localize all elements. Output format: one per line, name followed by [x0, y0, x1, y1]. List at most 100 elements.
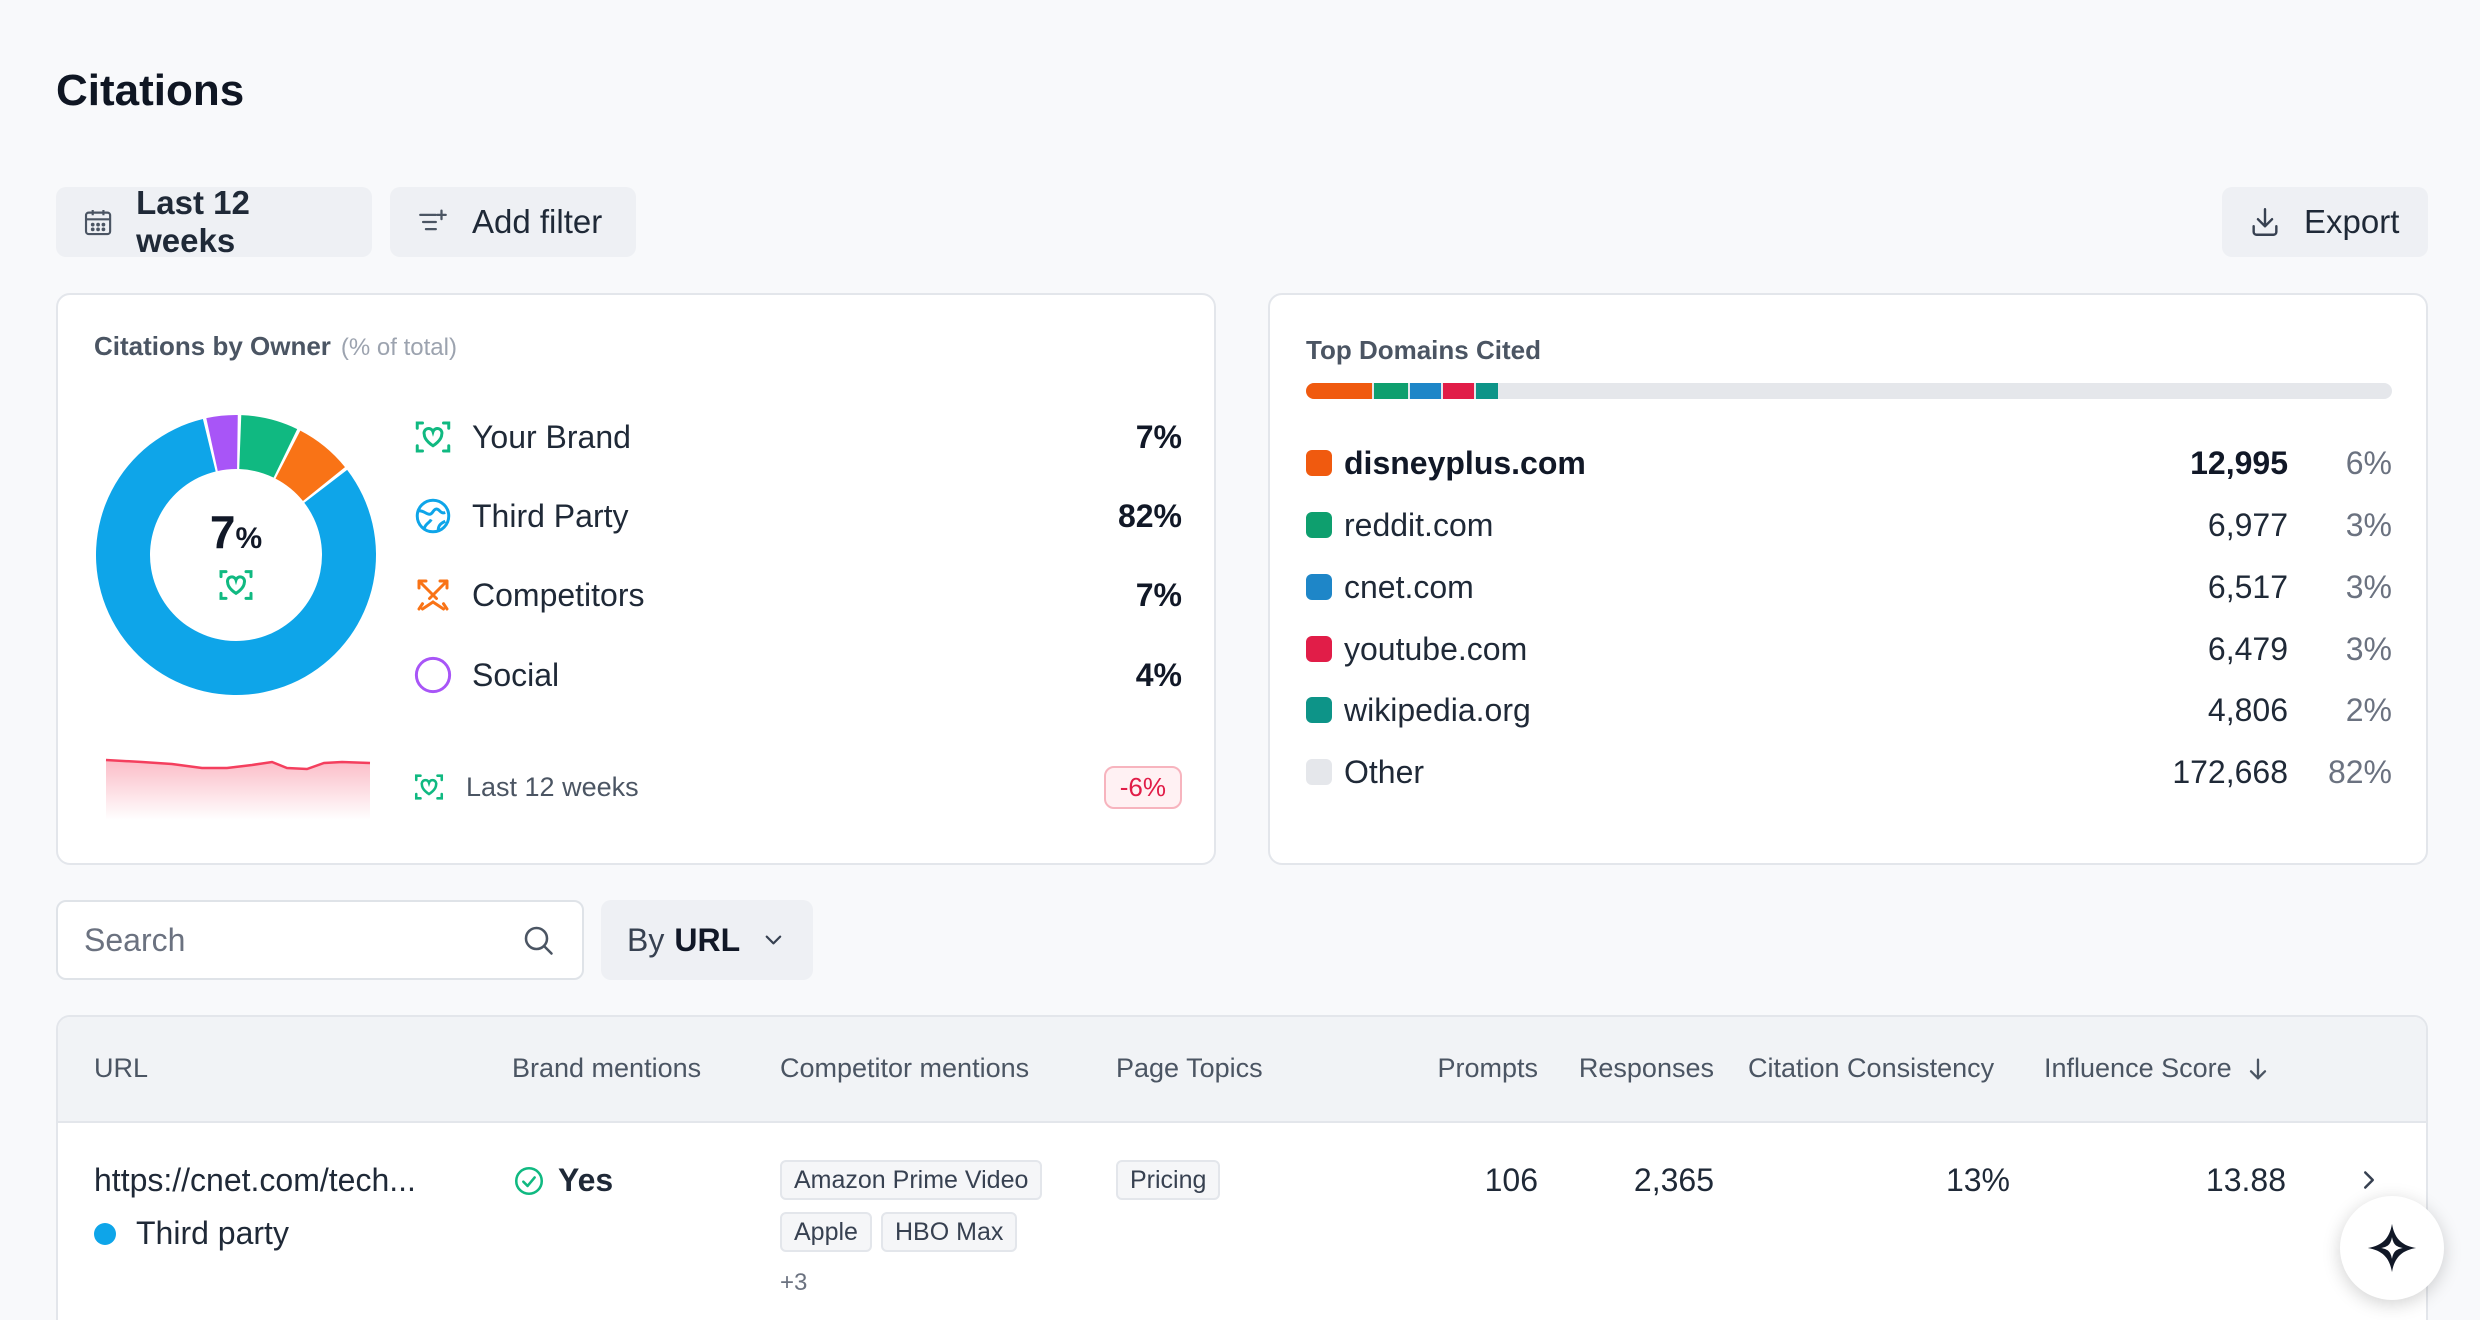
domain-share: 2%: [2345, 691, 2392, 728]
download-icon: [2252, 208, 2278, 236]
domain-name: wikipedia.org: [1344, 691, 1531, 728]
date-range-button[interactable]: Last 12 weeks: [56, 184, 372, 259]
domain-count: 6,479: [2207, 630, 2288, 667]
domain-count: 172,668: [2172, 753, 2288, 790]
legend-label: Competitors: [472, 576, 645, 613]
domain-share: 3%: [2345, 568, 2392, 605]
row-owner: Third party: [94, 1215, 289, 1252]
col-header-url[interactable]: URL: [94, 1053, 148, 1084]
citations-by-owner-card: Citations by Owner (% of total) 7% Your B…: [56, 293, 1216, 865]
filter-add-icon: [419, 209, 447, 231]
owner-card-subtitle: (% of total): [340, 334, 457, 361]
domain-color-swatch: [1306, 512, 1332, 538]
citations-table: URL Brand mentions Competitor mentions P…: [56, 1015, 2428, 1320]
check-circle-icon: [514, 1166, 544, 1195]
col-header-prompts[interactable]: Prompts: [1418, 1053, 1538, 1084]
bar-segment-youtube: [1443, 383, 1474, 399]
owner-card-title-text: Citations by Owner: [94, 331, 331, 361]
domain-share: 82%: [2327, 753, 2392, 790]
legend-pct: 7%: [1135, 576, 1182, 613]
col-header-page-topics[interactable]: Page Topics: [1116, 1053, 1263, 1084]
group-by-value: URL: [674, 921, 741, 958]
legend-label: Social: [472, 656, 560, 693]
col-header-competitor-mentions[interactable]: Competitor mentions: [780, 1053, 1029, 1084]
col-header-responses[interactable]: Responses: [1558, 1053, 1714, 1084]
legend-row-social[interactable]: Social 4%: [412, 653, 1182, 697]
domain-row[interactable]: Other 172,668 82%: [1306, 750, 2392, 794]
add-filter-button[interactable]: Add filter: [390, 187, 636, 257]
row-url[interactable]: https://cnet.com/tech...: [94, 1162, 416, 1199]
donut-center-number: 7: [209, 506, 236, 558]
legend-row-competitors[interactable]: Competitors 7%: [412, 573, 1182, 617]
domain-color-swatch: [1306, 450, 1332, 476]
export-label: Export: [2304, 203, 2400, 240]
crossed-swords-icon: [417, 579, 449, 611]
domains-card-title: Top Domains Cited: [1306, 335, 1541, 365]
domain-count: 12,995: [2190, 444, 2288, 481]
owner-dot: [94, 1222, 116, 1245]
legend-pct: 4%: [1135, 656, 1182, 693]
donut-center: 7%: [94, 413, 378, 697]
brand-heart-icon: [414, 774, 444, 800]
assistant-button[interactable]: [2340, 1196, 2444, 1300]
trend-change-badge: -6%: [1103, 765, 1182, 809]
search-box[interactable]: [56, 900, 584, 980]
row-prompts: 106: [1484, 1162, 1538, 1198]
legend-row-third-party[interactable]: Third Party 82%: [412, 494, 1182, 538]
top-domains-card: Top Domains Cited disneyplus.com 12,995 …: [1268, 293, 2428, 865]
sort-down-arrow-icon: [2249, 1058, 2266, 1079]
legend-label: Your Brand: [472, 418, 631, 455]
bar-segment-cnet: [1410, 383, 1441, 399]
competitor-tag: Amazon Prime Video: [780, 1160, 1043, 1200]
group-by-select[interactable]: By URL: [601, 900, 813, 980]
domain-count: 4,806: [2207, 691, 2288, 728]
row-brand-mention-value: Yes: [558, 1162, 614, 1198]
row-owner-label: Third party: [136, 1215, 289, 1251]
domain-color-swatch: [1306, 759, 1332, 785]
circle-icon: [414, 656, 452, 694]
export-button[interactable]: Export: [2222, 187, 2428, 257]
owner-card-title: Citations by Owner (% of total): [94, 331, 457, 362]
bar-segment-reddit: [1374, 383, 1408, 399]
competitor-tag: HBO Max: [881, 1212, 1018, 1252]
domain-color-swatch: [1306, 574, 1332, 600]
search-input[interactable]: [84, 921, 520, 959]
chevron-right-icon[interactable]: [2354, 1165, 2384, 1195]
legend-pct: 82%: [1117, 497, 1182, 534]
bar-segment-disneyplus: [1306, 383, 1372, 399]
domains-stacked-bar: [1306, 383, 2392, 399]
chevron-down-icon: [765, 935, 782, 945]
domain-share: 6%: [2345, 444, 2392, 481]
group-by-prefix: By: [627, 921, 665, 958]
competitor-more[interactable]: +3: [780, 1269, 807, 1297]
domain-row[interactable]: reddit.com 6,977 3%: [1306, 503, 2392, 547]
domain-row[interactable]: cnet.com 6,517 3%: [1306, 565, 2392, 609]
competitor-tag: Apple: [780, 1212, 872, 1252]
domain-share: 3%: [2345, 506, 2392, 543]
domain-row[interactable]: wikipedia.org 4,806 2%: [1306, 688, 2392, 732]
page-title: Citations: [56, 66, 245, 115]
domain-name: Other: [1344, 753, 1425, 790]
col-header-brand-mentions[interactable]: Brand mentions: [512, 1053, 701, 1084]
col-header-citation-consistency[interactable]: Citation Consistency: [1748, 1053, 1994, 1084]
table-header: URL Brand mentions Competitor mentions P…: [58, 1017, 2426, 1123]
row-brand-mention: Yes: [512, 1162, 613, 1199]
row-consistency: 13%: [1945, 1162, 2010, 1198]
globe-icon: [415, 498, 451, 534]
col-header-influence-score[interactable]: Influence Score: [2044, 1053, 2272, 1084]
search-icon: [524, 926, 553, 955]
domain-row[interactable]: youtube.com 6,479 3%: [1306, 627, 2392, 671]
row-responses: 2,365: [1633, 1162, 1714, 1198]
domain-color-swatch: [1306, 697, 1332, 723]
add-filter-label: Add filter: [472, 203, 603, 240]
domain-share: 3%: [2345, 630, 2392, 667]
trend-sparkline: [105, 758, 371, 820]
sparkle-star-icon: [2367, 1223, 2417, 1273]
legend-pct: 7%: [1135, 418, 1182, 455]
topic-tag: Pricing: [1116, 1160, 1221, 1200]
domain-row[interactable]: disneyplus.com 12,995 6%: [1306, 441, 2392, 485]
brand-heart-icon: [219, 570, 253, 600]
legend-label: Third Party: [472, 497, 629, 534]
legend-row-your-brand[interactable]: Your Brand 7%: [412, 415, 1182, 459]
donut-center-unit: %: [235, 522, 263, 555]
